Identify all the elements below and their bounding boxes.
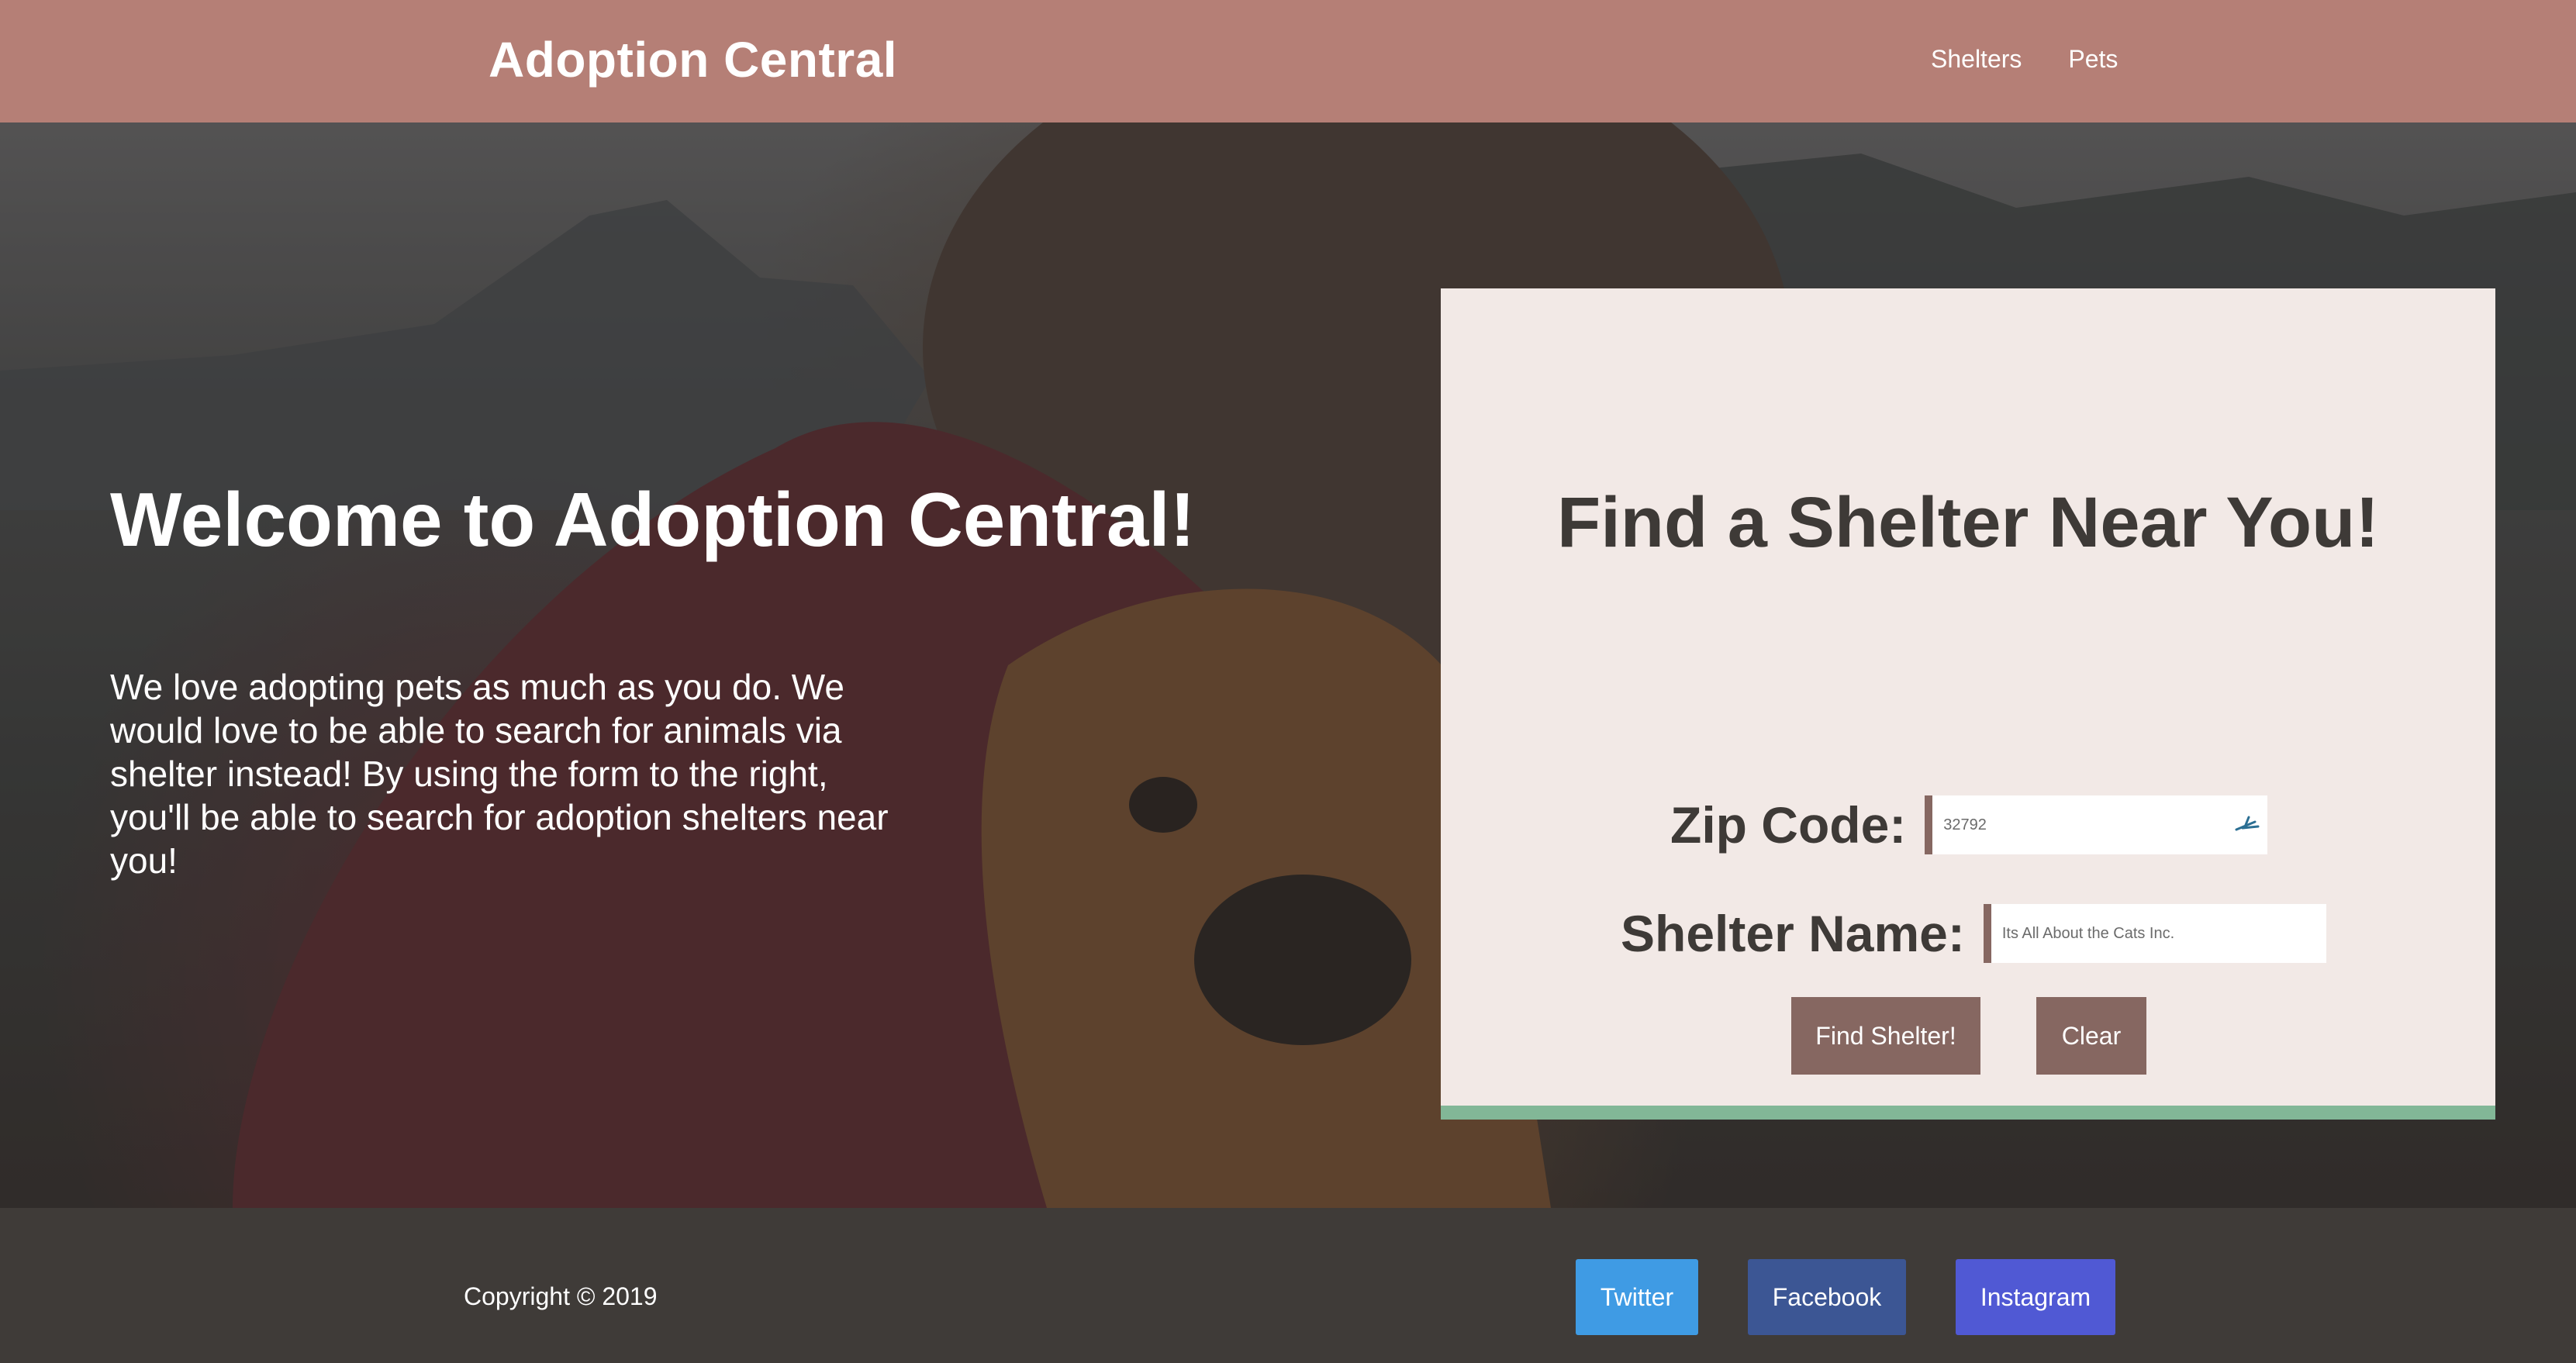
zip-code-input[interactable]: 32792 — [1925, 795, 2268, 854]
site-footer: Copyright © 2019 Twitter Facebook Instag… — [0, 1208, 2576, 1363]
shelter-name-input[interactable]: Its All About the Cats Inc. — [1983, 904, 2326, 963]
find-shelter-button[interactable]: Find Shelter! — [1791, 997, 1980, 1075]
shelter-name-placeholder: Its All About the Cats Inc. — [2001, 924, 2175, 942]
hero-title: Welcome to Adoption Central! — [110, 477, 1196, 562]
clear-button[interactable]: Clear — [2036, 997, 2146, 1075]
autofill-icon[interactable] — [2232, 813, 2263, 836]
zip-code-placeholder: 32792 — [1943, 816, 1987, 833]
shelter-name-row: Shelter Name: Its All About the Cats Inc… — [1621, 904, 2326, 963]
hero-section: Welcome to Adoption Central! We love ado… — [0, 122, 2576, 1208]
nav-link-shelters[interactable]: Shelters — [1931, 45, 2022, 74]
page: Adoption Central Shelters Pets Welcome t… — [0, 0, 2576, 1363]
copyright-text: Copyright © 2019 — [464, 1282, 658, 1310]
zip-code-row: Zip Code: 32792 — [1670, 795, 2268, 854]
shelter-name-label: Shelter Name: — [1621, 905, 1965, 962]
hero-description: We love adopting pets as much as you do.… — [110, 667, 889, 881]
facebook-button[interactable]: Facebook — [1748, 1259, 1906, 1335]
nav-link-pets[interactable]: Pets — [2068, 45, 2118, 74]
twitter-button[interactable]: Twitter — [1576, 1259, 1698, 1335]
site-brand[interactable]: Adoption Central — [489, 31, 897, 88]
search-card-title: Find a Shelter Near You! — [1557, 483, 2379, 562]
search-button-row: Find Shelter! Clear — [1791, 997, 2146, 1075]
site-header: Adoption Central Shelters Pets — [0, 0, 2576, 122]
zip-code-label: Zip Code: — [1670, 796, 1907, 854]
shelter-search-card: Find a Shelter Near You! Zip Code: 32792… — [1441, 288, 2495, 1120]
main-nav: Shelters Pets — [1931, 45, 2118, 74]
instagram-button[interactable]: Instagram — [1956, 1259, 2115, 1335]
